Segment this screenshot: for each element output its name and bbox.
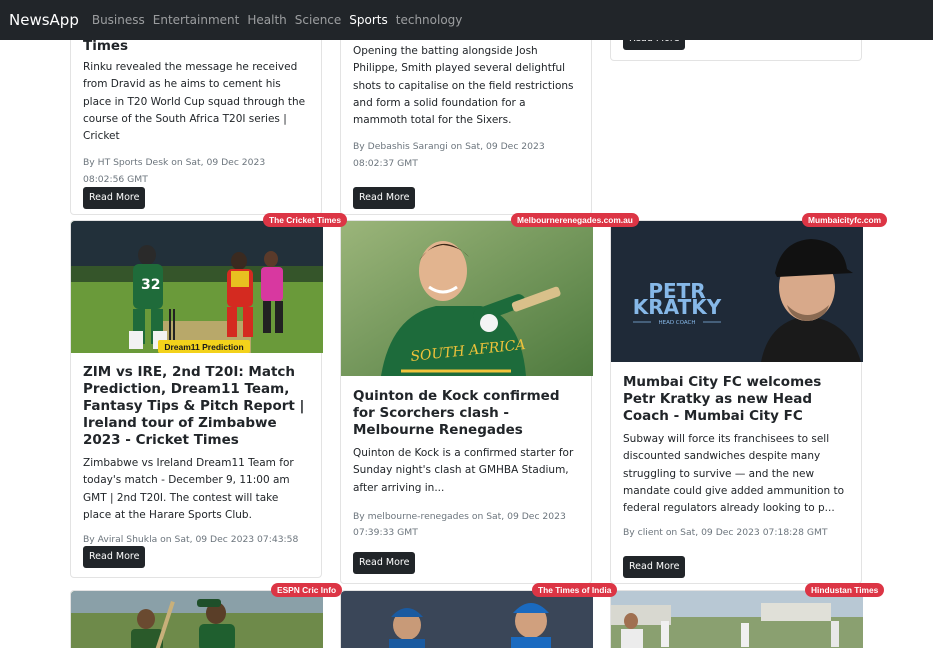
card-byline: By melbourne-renegades on Sat, 09 Dec 20…: [353, 510, 566, 539]
card-image[interactable]: [71, 591, 323, 648]
card-image[interactable]: [611, 591, 863, 648]
team-india-photo: [341, 591, 593, 648]
card-title[interactable]: ZIM vs IRE, 2nd T20I: Match Prediction, …: [83, 364, 309, 449]
read-more-button[interactable]: Read More: [83, 187, 146, 209]
source-badge: Hindustan Times: [805, 583, 885, 597]
cricket-ground-photo: [611, 591, 863, 648]
source-badge: ESPN Cric Info: [271, 583, 343, 597]
nav-link-business[interactable]: Business: [92, 13, 145, 27]
source-badge: Mumbaicityfc.com: [802, 213, 888, 227]
news-card-row2-col1: [70, 590, 323, 648]
card-title: Times: [83, 38, 129, 54]
brand-logo[interactable]: NewsApp: [9, 11, 79, 29]
head-coach-graphic: PETR KRATKY HEAD COACH: [611, 221, 863, 362]
card-byline: By client on Sat, 09 Dec 2023 07:18:28 G…: [623, 527, 828, 539]
card-description: Quinton de Kock is a confirmed starter f…: [353, 447, 574, 494]
card-title[interactable]: Quinton de Kock confirmed for Scorchers …: [353, 388, 579, 439]
news-card-mumbai-city-fc: PETR KRATKY HEAD COACH Mumbai City FC we…: [610, 220, 863, 584]
image-caption: Dream11 Prediction: [164, 342, 243, 352]
news-card-row2-col3: [610, 590, 863, 648]
card-image[interactable]: SOUTH AFRICA: [341, 221, 593, 376]
nav-link-sports[interactable]: Sports: [349, 13, 387, 27]
image-headline-surname: KRATKY: [633, 295, 722, 319]
top-navbar: NewsApp Business Entertainment Health Sc…: [0, 0, 933, 40]
card-description: Opening the batting alongside Josh Phili…: [353, 45, 574, 127]
cricketer-photo: SOUTH AFRICA: [341, 221, 593, 376]
card-image[interactable]: [341, 591, 593, 648]
card-description: Subway will force its franchisees to sel…: [623, 433, 845, 515]
card-title[interactable]: Mumbai City FC welcomes Petr Kratky as n…: [623, 374, 849, 425]
image-headline-role: HEAD COACH: [658, 320, 695, 326]
cricket-players-photo: [71, 591, 323, 648]
card-byline: By Debashis Sarangi on Sat, 09 Dec 2023 …: [353, 141, 545, 169]
read-more-button[interactable]: Read More: [83, 546, 146, 568]
card-image[interactable]: 32 Dream11 Prediction: [71, 221, 323, 353]
nav-link-health[interactable]: Health: [247, 13, 286, 27]
card-description: Zimbabwe vs Ireland Dream11 Team for tod…: [83, 457, 294, 521]
cricket-match-photo: 32 Dream11 Prediction: [71, 221, 323, 353]
nav-link-entertainment[interactable]: Entertainment: [153, 13, 240, 27]
svg-text:32: 32: [141, 277, 160, 293]
source-badge: Melbournerenegades.com.au: [511, 213, 639, 227]
news-card-quinton-de-kock: SOUTH AFRICA Quinton de Kock confirmed f…: [340, 220, 593, 584]
card-byline: By HT Sports Desk on Sat, 09 Dec 2023 08…: [83, 157, 266, 185]
source-badge: The Times of India: [532, 583, 618, 597]
card-description: Rinku revealed the message he received f…: [83, 61, 306, 143]
news-card-row2-col2: [340, 590, 593, 648]
read-more-button[interactable]: Read More: [353, 187, 416, 209]
read-more-button[interactable]: Read More: [623, 556, 686, 578]
read-more-button[interactable]: Read More: [353, 552, 416, 574]
card-image[interactable]: PETR KRATKY HEAD COACH: [611, 221, 863, 362]
source-badge: The Cricket Times: [263, 213, 347, 227]
news-card-zim-vs-ire: 32 Dream11 Prediction ZIM vs IRE, 2nd T2…: [70, 220, 323, 578]
nav-link-technology[interactable]: technology: [396, 13, 463, 27]
nav-link-science[interactable]: Science: [295, 13, 342, 27]
